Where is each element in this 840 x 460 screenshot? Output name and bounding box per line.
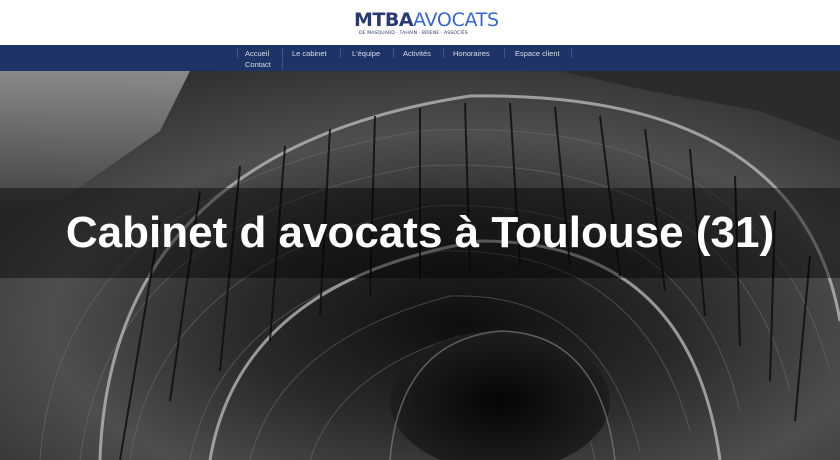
nav-item-espace-client[interactable]: Espace client xyxy=(515,49,560,58)
hero-banner: Cabinet d avocats à Toulouse (31) xyxy=(0,71,840,460)
nav-separator xyxy=(393,48,394,58)
logo-subtitle: DE MASQUARD · TAHAIN · BRIENE · ASSOCIÉS xyxy=(359,31,468,36)
nav-item-le-cabinet[interactable]: Le cabinet xyxy=(292,49,327,58)
nav-item-equipe[interactable]: L'équipe xyxy=(352,49,380,58)
logo-wordmark: MTBAAVOCATS xyxy=(354,9,499,31)
nav-separator xyxy=(237,48,238,58)
nav-separator xyxy=(282,48,283,58)
nav-separator xyxy=(282,59,283,69)
site-header: MTBAAVOCATS DE MASQUARD · TAHAIN · BRIEN… xyxy=(0,0,840,45)
nav-separator xyxy=(504,48,505,58)
nav-item-contact[interactable]: Contact xyxy=(245,60,271,69)
nav-item-honoraires[interactable]: Honoraires xyxy=(453,49,490,58)
nav-item-activites[interactable]: Activités xyxy=(403,49,431,58)
nav-separator xyxy=(340,48,341,58)
logo-avocats: AVOCATS xyxy=(413,9,499,31)
brand-logo[interactable]: MTBAAVOCATS DE MASQUARD · TAHAIN · BRIEN… xyxy=(354,9,499,40)
logo-mtba: MTBA xyxy=(354,9,414,31)
nav-separator xyxy=(571,48,572,58)
main-navigation: Accueil Le cabinet L'équipe Activités Ho… xyxy=(0,45,840,71)
nav-separator xyxy=(443,48,444,58)
hero-title: Cabinet d avocats à Toulouse (31) xyxy=(65,208,775,257)
nav-item-accueil[interactable]: Accueil xyxy=(245,49,269,58)
